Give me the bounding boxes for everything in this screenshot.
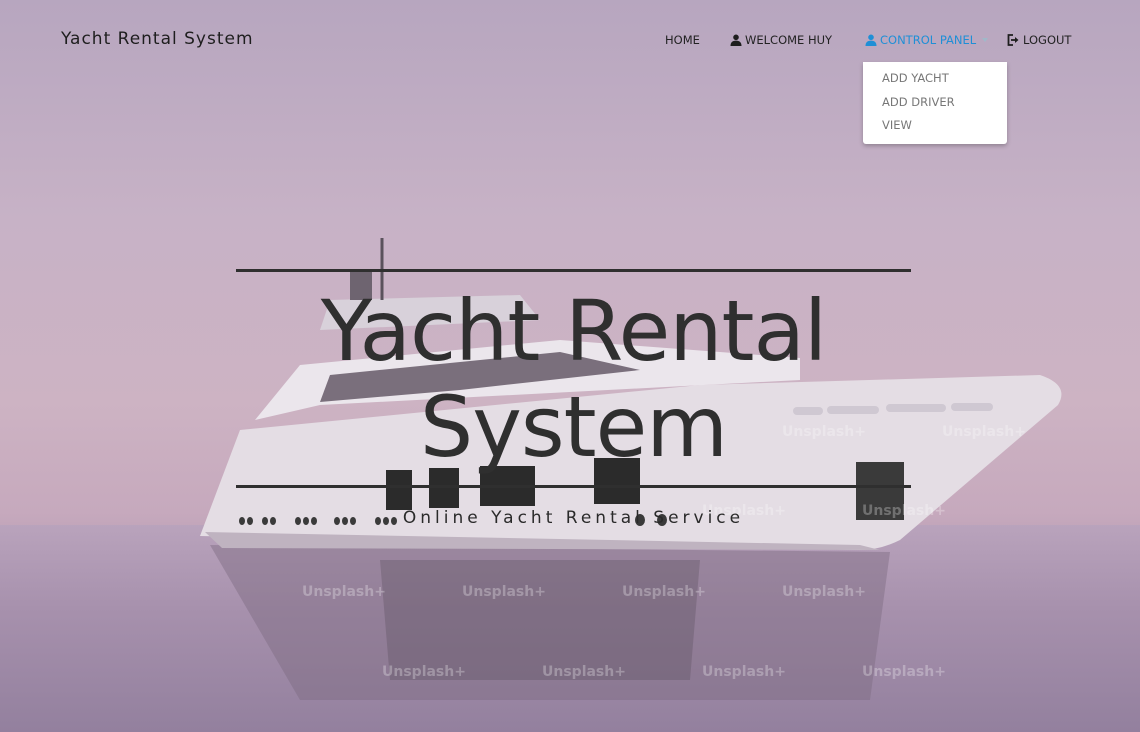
hero-title-line-1: Yacht Rental [320, 282, 828, 380]
watermark-text: Unsplash+ [462, 584, 546, 600]
nav-control-panel-label: CONTROL PANEL [880, 33, 977, 47]
user-icon [730, 34, 742, 46]
nav-welcome-label: WELCOME HUY [745, 33, 833, 47]
nav-home-label: HOME [665, 33, 700, 47]
nav-welcome-link[interactable]: WELCOME HUY [730, 31, 832, 49]
watermark-text: Unsplash+ [782, 584, 866, 600]
hero-title: Yacht Rental System [236, 283, 911, 475]
control-panel-dropdown-menu: ADD YACHT ADD DRIVER VIEW [863, 62, 1007, 144]
user-icon [865, 34, 877, 46]
menu-item-add-driver[interactable]: ADD DRIVER [863, 94, 1007, 118]
watermark-text: Unsplash+ [542, 664, 626, 680]
watermark-text: Unsplash+ [382, 664, 466, 680]
nav-logout-link[interactable]: LOGOUT [1007, 31, 1071, 49]
watermark-text: Unsplash+ [862, 664, 946, 680]
menu-item-view[interactable]: VIEW [863, 117, 1007, 141]
caret-down-icon [982, 38, 989, 42]
nav-control-panel-toggle[interactable]: CONTROL PANEL [865, 31, 989, 49]
top-nav: HOME WELCOME HUY CONTROL PANEL LOGOUT [0, 31, 1140, 51]
logout-icon [1007, 34, 1019, 46]
menu-item-add-yacht[interactable]: ADD YACHT [863, 70, 1007, 94]
hero-bottom-divider [236, 485, 911, 488]
watermark-text: Unsplash+ [622, 584, 706, 600]
hero-top-divider [236, 269, 911, 272]
nav-home-link[interactable]: HOME [665, 31, 700, 49]
watermark-text: Unsplash+ [942, 424, 1026, 440]
nav-logout-label: LOGOUT [1023, 33, 1072, 47]
hero-subtitle: Online Yacht Rental Service [402, 508, 745, 528]
watermark-text: Unsplash+ [702, 664, 786, 680]
watermark-text: Unsplash+ [302, 584, 386, 600]
hero-title-line-2: System [419, 378, 728, 476]
